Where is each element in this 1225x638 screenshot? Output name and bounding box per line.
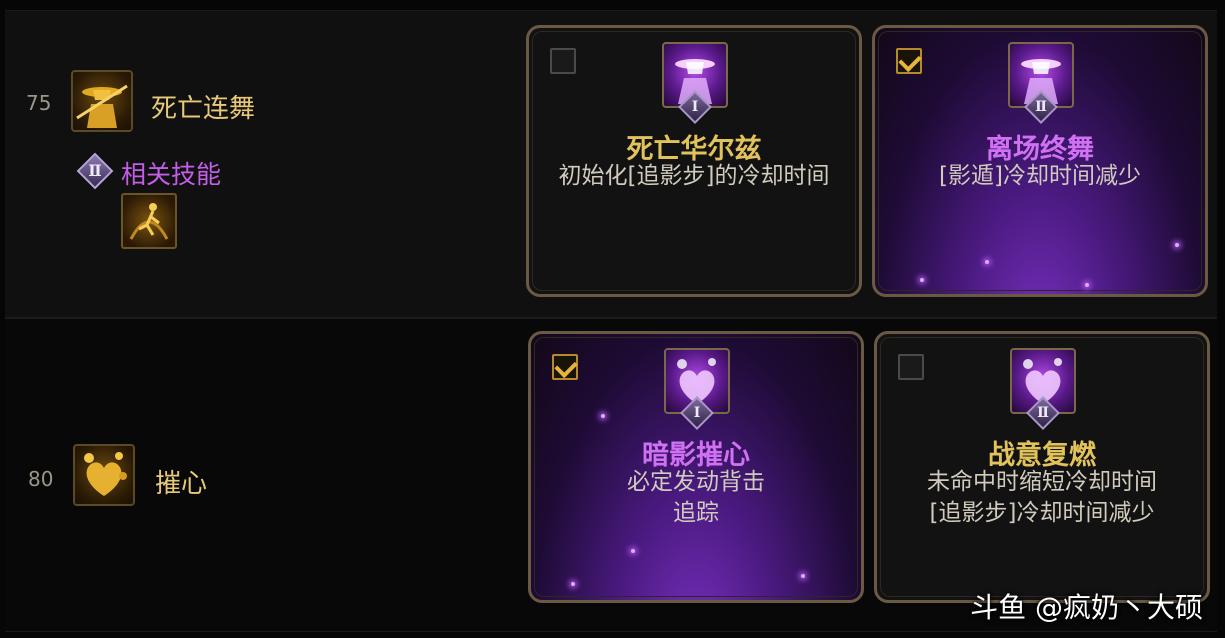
shadow-step-skill-icon[interactable] xyxy=(121,193,177,249)
rune-description-line: 必定发动背击 xyxy=(627,469,765,495)
skill-level: 75 xyxy=(26,91,52,115)
skill-rune-panel: 75 死亡连舞 Ⅱ 相关技能 Ⅰ 死亡华尔兹 初始化[追影步]的冷却时间 Ⅱ 离… xyxy=(0,0,1225,638)
rune-description-line: [影遁]冷却时间减少 xyxy=(939,163,1141,189)
related-skills-label: 相关技能 xyxy=(121,160,222,189)
watermark: 斗鱼 @疯奶丶大硕 xyxy=(970,591,1203,624)
rune-option-card-selected[interactable]: Ⅱ 离场终舞 [影遁]冷却时间减少 xyxy=(872,25,1208,297)
rune-description: 初始化[追影步]的冷却时间 xyxy=(529,161,859,192)
rune-description-line: [追影步]冷却时间减少 xyxy=(929,500,1155,526)
tier-badge-label: Ⅱ xyxy=(1037,405,1049,421)
rune-description: 必定发动背击 追踪 xyxy=(531,467,861,529)
rune-description-line: 初始化[追影步]的冷却时间 xyxy=(558,163,830,189)
rune-description: 未命中时缩短冷却时间 [追影步]冷却时间减少 xyxy=(877,467,1207,529)
rune-option-checkbox[interactable] xyxy=(550,48,576,74)
skill-name: 摧心 xyxy=(155,469,208,499)
rune-description-line: 未命中时缩短冷却时间 xyxy=(927,469,1157,495)
rune-description: [影遁]冷却时间减少 xyxy=(875,161,1205,192)
tier-badge-label: Ⅱ xyxy=(88,161,102,180)
rune-option-card[interactable]: Ⅱ 战意复燃 未命中时缩短冷却时间 [追影步]冷却时间减少 xyxy=(874,331,1210,603)
rune-option-card[interactable]: Ⅰ 死亡华尔兹 初始化[追影步]的冷却时间 xyxy=(526,25,862,297)
rune-option-card-selected[interactable]: Ⅰ 暗影摧心 必定发动背击 追踪 xyxy=(528,331,864,603)
tier-badge-label: Ⅰ xyxy=(693,405,701,421)
tier-badge-label: Ⅰ xyxy=(691,99,699,115)
dance-of-death-skill-icon[interactable] xyxy=(71,70,133,132)
skill-level: 80 xyxy=(28,467,54,491)
rune-option-checkbox[interactable] xyxy=(898,354,924,380)
tier-badge-label: Ⅱ xyxy=(1035,99,1047,115)
skill-name: 死亡连舞 xyxy=(151,94,256,124)
rune-description-line: 追踪 xyxy=(673,500,719,526)
rune-option-checkbox[interactable] xyxy=(552,354,578,380)
heartbreak-skill-icon[interactable] xyxy=(73,444,135,506)
rune-option-checkbox[interactable] xyxy=(896,48,922,74)
